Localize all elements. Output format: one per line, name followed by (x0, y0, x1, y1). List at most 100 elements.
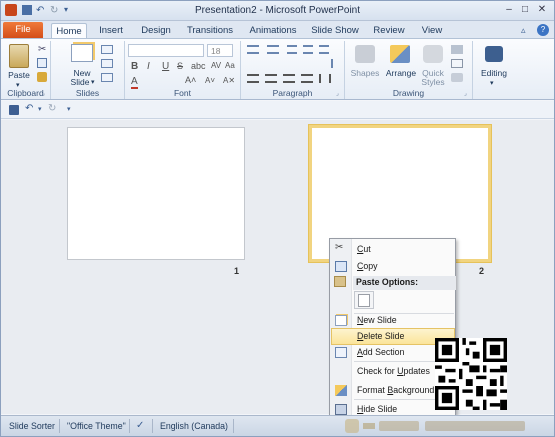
menu-item-cut-label: Cut (357, 244, 371, 254)
spelling-check-icon[interactable]: ✓ (136, 420, 144, 431)
change-case-icon[interactable]: Aa (225, 61, 235, 70)
paragraph-launcher-icon[interactable]: ⌟ (336, 90, 339, 97)
close-icon[interactable]: ✕ (534, 3, 550, 17)
tab-animations[interactable]: Animations (245, 23, 301, 39)
decrease-indent-icon[interactable] (287, 45, 297, 54)
arrange-label[interactable]: Arrange (383, 69, 419, 78)
layout-icon[interactable] (101, 45, 113, 54)
drawing-launcher-icon[interactable]: ⌟ (464, 90, 467, 97)
format-background-icon (335, 385, 347, 396)
paste-options-header: Paste Options: (353, 276, 456, 290)
grow-font-icon[interactable]: A˄ (185, 75, 196, 85)
numbering-icon[interactable] (267, 45, 279, 54)
shape-outline-icon[interactable] (451, 59, 463, 68)
line-spacing-icon[interactable] (319, 45, 329, 54)
slide-number-1: 1 (234, 266, 240, 276)
maximize-icon[interactable]: □ (517, 3, 533, 17)
drawing-group: Shapes Arrange Quick Styles Drawing ⌟ (345, 41, 473, 99)
section-icon[interactable] (101, 73, 113, 82)
font-group: 18 B I U S abc AV Aa A A˄ A˅ A✕ Font (125, 41, 241, 99)
tab-file[interactable]: File (3, 22, 43, 39)
editing-dropdown-icon[interactable]: ▾ (490, 79, 494, 87)
ribbon: Paste ▾ ✂ Clipboard ⌟ New Slide ▾ Slides… (1, 38, 554, 100)
status-separator (59, 419, 60, 433)
status-theme[interactable]: "Office Theme" (67, 421, 126, 431)
tab-insert[interactable]: Insert (93, 23, 129, 39)
reset-icon[interactable] (101, 59, 113, 68)
menu-item-copy[interactable]: Copy (331, 258, 455, 275)
clipboard-launcher-icon[interactable]: ⌟ (42, 90, 45, 97)
font-name-box[interactable] (128, 44, 204, 57)
menu-item-format-background-label: Format Background... (357, 385, 442, 395)
shrink-font-icon[interactable]: A˅ (205, 76, 215, 85)
bullets-icon[interactable] (247, 45, 259, 54)
align-center-icon[interactable] (265, 74, 277, 83)
tab-transitions[interactable]: Transitions (183, 23, 237, 39)
window-title: Presentation2 - Microsoft PowerPoint (194, 5, 361, 16)
clear-formatting-icon[interactable]: A✕ (223, 76, 235, 85)
status-language[interactable]: English (Canada) (160, 421, 228, 431)
font-size-box[interactable]: 18 (207, 44, 233, 57)
title-bar: ↶ ↻ ▾ Presentation2 - Microsoft PowerPoi… (1, 1, 554, 21)
slide-thumbnail-1[interactable] (67, 127, 245, 260)
status-separator (129, 419, 130, 433)
menu-item-cut[interactable]: ✂ Cut (331, 241, 455, 258)
copy-icon[interactable] (37, 58, 47, 68)
justify-icon[interactable] (301, 74, 313, 83)
undo-dropdown-icon[interactable]: ▾ (38, 105, 42, 113)
char-spacing-icon[interactable]: AV (211, 61, 221, 70)
menu-item-delete-slide-label: Delete Slide (357, 331, 405, 341)
menu-item-new-slide[interactable]: New Slide (331, 312, 455, 329)
columns-icon[interactable] (319, 74, 331, 83)
increase-indent-icon[interactable] (303, 45, 313, 54)
bold-icon[interactable]: B (131, 61, 138, 72)
menu-item-copy-label: Copy (357, 261, 378, 271)
editing-label[interactable]: Editing (475, 69, 513, 78)
font-group-label: Font (173, 88, 191, 98)
save-icon[interactable] (9, 105, 19, 115)
status-separator (233, 419, 234, 433)
new-slide-label-line2[interactable]: Slide (67, 78, 93, 87)
redo-icon[interactable]: ↻ (48, 103, 56, 114)
align-right-icon[interactable] (283, 74, 295, 83)
customize-qat-icon[interactable]: ▾ (67, 105, 71, 113)
paste-option-button[interactable] (354, 291, 374, 309)
new-slide-dropdown-icon[interactable]: ▾ (91, 78, 95, 86)
slides-group-label: Slides (75, 88, 100, 98)
hide-slide-icon (335, 404, 347, 415)
strikethrough-icon[interactable]: S (177, 61, 183, 71)
paste-button-label[interactable]: Paste (7, 71, 31, 80)
minimize-icon[interactable]: – (501, 3, 517, 17)
minimize-ribbon-icon[interactable]: ▵ (521, 25, 526, 36)
slide-number-2: 2 (479, 266, 485, 276)
menu-item-new-slide-label: New Slide (357, 315, 397, 325)
copy-icon (335, 261, 347, 272)
quick-styles-label-line2[interactable]: Styles (419, 78, 447, 87)
shadow-icon[interactable]: abc (191, 61, 206, 71)
tab-view[interactable]: View (416, 23, 448, 39)
underline-icon[interactable]: U (162, 61, 169, 72)
cut-icon[interactable]: ✂ (38, 44, 46, 55)
help-icon[interactable]: ? (537, 24, 549, 36)
tab-slide-show[interactable]: Slide Show (309, 23, 361, 39)
menu-item-add-section-label: Add Section (357, 347, 405, 357)
shapes-label[interactable]: Shapes (349, 69, 381, 78)
tab-design[interactable]: Design (137, 23, 175, 39)
format-painter-icon[interactable] (37, 72, 47, 82)
arrange-icon[interactable] (390, 45, 410, 63)
quick-styles-icon[interactable] (423, 45, 443, 63)
align-left-icon[interactable] (247, 74, 259, 83)
tab-review[interactable]: Review (370, 23, 408, 39)
shapes-icon[interactable] (355, 45, 375, 63)
undo-icon[interactable]: ↶ (25, 103, 33, 114)
shape-fill-icon[interactable] (451, 45, 463, 54)
italic-icon[interactable]: I (147, 61, 150, 72)
shape-effects-icon[interactable] (451, 73, 463, 82)
binoculars-icon[interactable] (485, 46, 503, 62)
qr-code-image (435, 338, 507, 410)
paste-icon[interactable] (9, 44, 29, 68)
paste-clipboard-icon (358, 294, 370, 307)
text-direction-icon[interactable] (331, 59, 341, 68)
new-slide-icon[interactable] (71, 44, 93, 62)
tab-home[interactable]: Home (51, 23, 87, 39)
